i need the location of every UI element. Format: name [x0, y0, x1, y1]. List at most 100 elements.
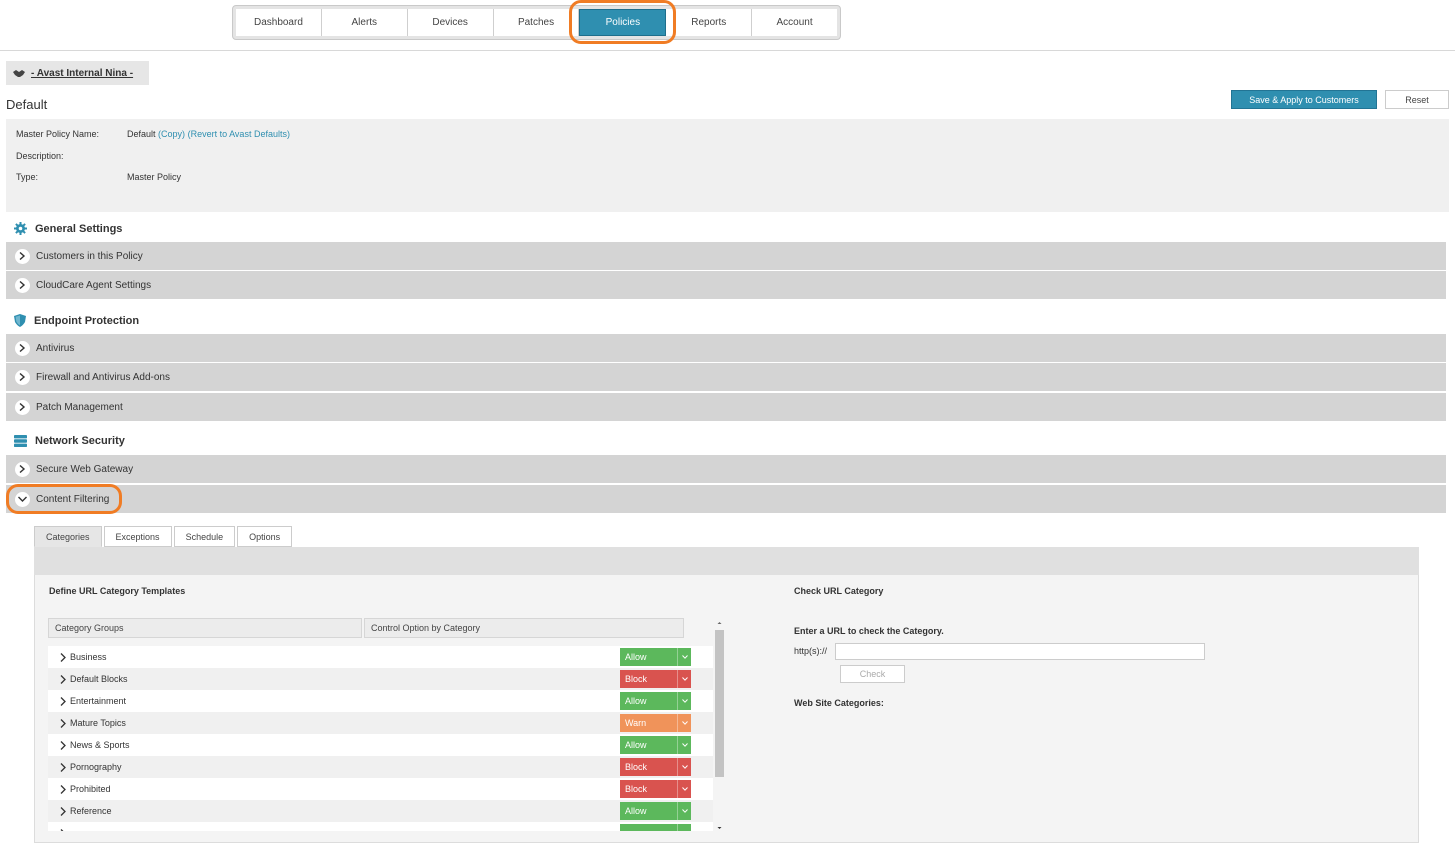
accordion-patch-management[interactable]: Patch Management	[6, 393, 1446, 421]
tab-policies[interactable]: Policies	[579, 9, 667, 36]
tab-patches[interactable]: Patches	[493, 9, 580, 36]
accordion-label: Content Filtering	[36, 493, 110, 505]
chevron-right-icon	[15, 277, 30, 293]
category-row[interactable]: Pornography Block	[48, 756, 713, 778]
chevron-right-icon	[15, 461, 30, 477]
policy-name-text: Default	[127, 129, 156, 139]
category-label: News & Sports	[70, 740, 130, 750]
main-nav: Dashboard Alerts Devices Patches Policie…	[232, 5, 841, 40]
tab-categories[interactable]: Categories	[34, 526, 102, 547]
chevron-down-icon	[677, 736, 691, 754]
accordion-secure-web-gateway[interactable]: Secure Web Gateway	[6, 455, 1446, 483]
type-label: Type:	[16, 172, 39, 182]
server-icon	[14, 435, 27, 447]
category-row[interactable]: Business Allow	[48, 646, 713, 668]
policy-name-value: Default (Copy) (Revert to Avast Defaults…	[127, 129, 290, 139]
category-name[interactable]: Default Blocks	[48, 674, 128, 684]
category-name[interactable]: Pornography	[48, 762, 122, 772]
category-row[interactable]: Prohibited Block	[48, 778, 713, 800]
accordion-label: CloudCare Agent Settings	[36, 279, 152, 291]
chevron-down-icon	[677, 714, 691, 732]
col-control-option: Control Option by Category	[364, 618, 684, 638]
network-security-header: Network Security	[14, 435, 125, 447]
control-option-value: Block	[625, 784, 648, 794]
chevron-right-icon	[60, 718, 66, 728]
control-option-select[interactable]: Allow	[620, 648, 691, 666]
category-name[interactable]: News & Sports	[48, 740, 130, 750]
category-name[interactable]	[48, 828, 70, 831]
tab-dashboard[interactable]: Dashboard	[236, 9, 322, 36]
reset-button[interactable]: Reset	[1385, 90, 1449, 109]
account-link[interactable]: - Avast Internal Nina -	[31, 68, 133, 79]
chevron-down-icon	[677, 802, 691, 820]
tab-account[interactable]: Account	[752, 9, 838, 36]
chevron-down-icon	[677, 692, 691, 710]
control-option-select[interactable]: Allow	[620, 736, 691, 754]
category-row[interactable]: Mature Topics Warn	[48, 712, 713, 734]
control-option-value: Allow	[625, 652, 647, 662]
chevron-right-icon	[60, 784, 66, 794]
accordion-label: Patch Management	[36, 401, 123, 413]
chevron-down-icon	[677, 758, 691, 776]
category-row[interactable]	[48, 822, 713, 831]
accordion-label: Antivirus	[36, 342, 75, 354]
control-option-value	[620, 824, 677, 831]
category-name[interactable]: Reference	[48, 806, 112, 816]
control-option-value: Allow	[625, 806, 647, 816]
control-option-select[interactable]: Allow	[620, 692, 691, 710]
tab-alerts[interactable]: Alerts	[321, 9, 408, 36]
category-list-scrollbar[interactable]	[714, 620, 725, 831]
category-name[interactable]: Business	[48, 652, 107, 662]
category-row[interactable]: Entertainment Allow	[48, 690, 713, 712]
tab-exceptions[interactable]: Exceptions	[103, 526, 172, 547]
col-category-groups: Category Groups	[48, 618, 362, 638]
category-name[interactable]: Entertainment	[48, 696, 126, 706]
tab-reports[interactable]: Reports	[666, 9, 753, 36]
control-option-select[interactable]: Block	[620, 758, 691, 776]
scroll-down-icon[interactable]	[714, 825, 725, 831]
check-url-title: Check URL Category	[794, 586, 884, 596]
copy-link[interactable]: (Copy)	[158, 129, 185, 139]
revert-link[interactable]: (Revert to Avast Defaults)	[188, 129, 290, 139]
url-check-input[interactable]	[835, 643, 1205, 660]
chevron-down-icon	[677, 670, 691, 688]
chevron-right-icon	[15, 340, 30, 356]
check-button[interactable]: Check	[840, 665, 905, 683]
chevron-right-icon	[60, 674, 66, 684]
scroll-up-icon[interactable]	[714, 620, 725, 626]
accordion-customers-in-policy[interactable]: Customers in this Policy	[6, 242, 1446, 270]
accordion-antivirus[interactable]: Antivirus	[6, 334, 1446, 362]
control-option-select[interactable]: Block	[620, 670, 691, 688]
control-option-select[interactable]: Allow	[620, 802, 691, 820]
accordion-content-filtering[interactable]: Content Filtering	[6, 485, 1446, 513]
control-option-select[interactable]	[620, 824, 691, 831]
policy-name-label: Master Policy Name:	[16, 129, 100, 139]
category-row[interactable]: Default Blocks Block	[48, 668, 713, 690]
control-option-value: Allow	[625, 740, 647, 750]
handshake-icon	[13, 69, 25, 77]
tab-schedule[interactable]: Schedule	[173, 526, 236, 547]
chevron-right-icon	[60, 828, 64, 831]
category-name[interactable]: Mature Topics	[48, 718, 126, 728]
content-filtering-tabs: Categories Exceptions Schedule Options	[34, 526, 293, 547]
tab-devices[interactable]: Devices	[407, 9, 494, 36]
category-row[interactable]: News & Sports Allow	[48, 734, 713, 756]
accordion-firewall-addons[interactable]: Firewall and Antivirus Add-ons	[6, 363, 1446, 391]
chevron-right-icon	[60, 696, 66, 706]
accordion-cloudcare-agent[interactable]: CloudCare Agent Settings	[6, 271, 1446, 299]
control-option-value: Block	[625, 674, 648, 684]
control-option-select[interactable]: Warn	[620, 714, 691, 732]
control-option-select[interactable]: Block	[620, 780, 691, 798]
tab-options[interactable]: Options	[237, 526, 293, 547]
category-label: Prohibited	[70, 784, 111, 794]
general-settings-title: General Settings	[35, 222, 123, 235]
accordion-label: Customers in this Policy	[36, 250, 143, 262]
description-label: Description:	[16, 151, 64, 161]
category-row[interactable]: Reference Allow	[48, 800, 713, 822]
chevron-right-icon	[60, 806, 66, 816]
category-name[interactable]: Prohibited	[48, 784, 111, 794]
header-divider	[0, 50, 1455, 51]
save-apply-button[interactable]: Save & Apply to Customers	[1231, 90, 1377, 109]
category-list: Business Allow Default Blocks Block Entertai…	[48, 646, 713, 831]
scroll-thumb[interactable]	[715, 630, 724, 777]
